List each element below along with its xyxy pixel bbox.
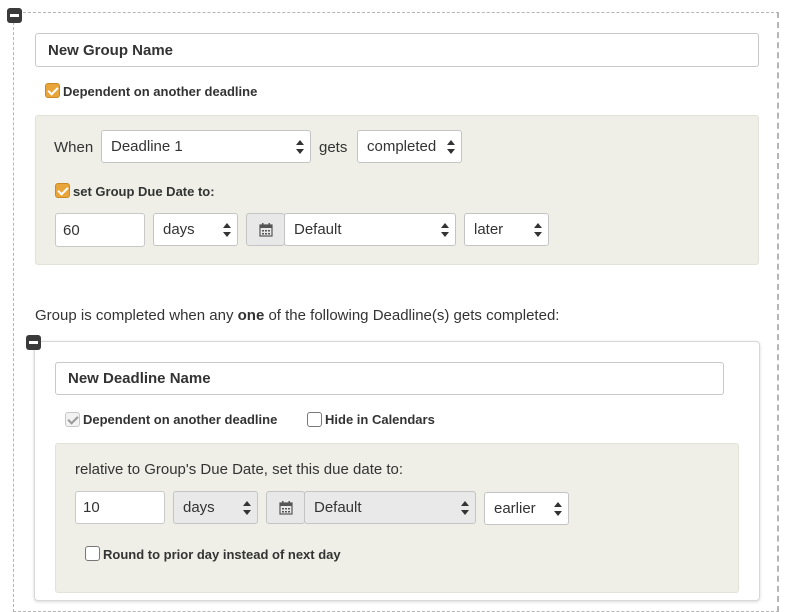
select-arrows-icon <box>461 500 469 515</box>
status-select-value: completed <box>367 138 437 155</box>
gets-label: gets <box>319 139 348 156</box>
group-amount-input[interactable] <box>55 213 145 247</box>
deadline-amount-input[interactable] <box>75 491 165 524</box>
group-direction-select[interactable]: later <box>464 213 549 246</box>
group-calendar-button[interactable] <box>246 213 285 246</box>
set-due-date-checkbox[interactable] <box>55 183 70 198</box>
group-calendar-select-value: Default <box>294 221 342 238</box>
deadline-dependent-checkbox[interactable] <box>65 412 80 427</box>
calendar-icon <box>258 222 273 237</box>
deadline-select[interactable]: Deadline 1 <box>101 130 311 163</box>
deadline-unit-select-value: days <box>183 499 215 516</box>
deadline-direction-select[interactable]: earlier <box>484 492 569 525</box>
select-arrows-icon <box>441 222 449 237</box>
select-arrows-icon <box>554 501 562 516</box>
completion-rule-text: Group is completed when any one of the f… <box>35 307 559 324</box>
group-unit-select-value: days <box>163 221 195 238</box>
status-select[interactable]: completed <box>357 130 462 163</box>
group-calendar-select[interactable]: Default <box>284 213 456 246</box>
group-name-input[interactable] <box>35 33 759 67</box>
calendar-icon <box>278 500 293 515</box>
hide-in-calendars-checkbox[interactable] <box>307 412 322 427</box>
group-direction-select-value: later <box>474 221 504 238</box>
select-arrows-icon <box>223 222 231 237</box>
deadline-calendar-select-value: Default <box>314 499 362 516</box>
round-prior-day-label[interactable]: Round to prior day instead of next day <box>103 547 341 562</box>
hide-in-calendars-label[interactable]: Hide in Calendars <box>325 412 435 427</box>
set-due-date-label[interactable]: set Group Due Date to: <box>73 184 215 199</box>
deadline-unit-select[interactable]: days <box>173 491 258 524</box>
collapse-group-button[interactable] <box>7 8 22 23</box>
select-arrows-icon <box>243 500 251 515</box>
deadline-name-input[interactable] <box>55 362 724 395</box>
select-arrows-icon <box>296 139 304 154</box>
when-label: When <box>54 139 94 156</box>
relative-label: relative to Group's Due Date, set this d… <box>75 461 404 478</box>
deadline-calendar-select[interactable]: Default <box>304 491 476 524</box>
deadline-calendar-button[interactable] <box>266 491 305 524</box>
deadline-dependent-label[interactable]: Dependent on another deadline <box>83 412 277 427</box>
group-dependent-checkbox[interactable] <box>45 83 60 98</box>
select-arrows-icon <box>447 139 455 154</box>
collapse-deadline-button[interactable] <box>26 335 41 350</box>
completion-prefix: Group is completed when any <box>35 307 238 324</box>
deadline-select-value: Deadline 1 <box>111 138 183 155</box>
group-unit-select[interactable]: days <box>153 213 238 246</box>
round-prior-day-checkbox[interactable] <box>85 546 100 561</box>
select-arrows-icon <box>534 222 542 237</box>
completion-suffix: of the following Deadline(s) gets comple… <box>264 307 560 324</box>
group-dependent-label[interactable]: Dependent on another deadline <box>63 84 257 99</box>
deadline-direction-select-value: earlier <box>494 500 536 517</box>
completion-emphasis: one <box>237 307 265 324</box>
